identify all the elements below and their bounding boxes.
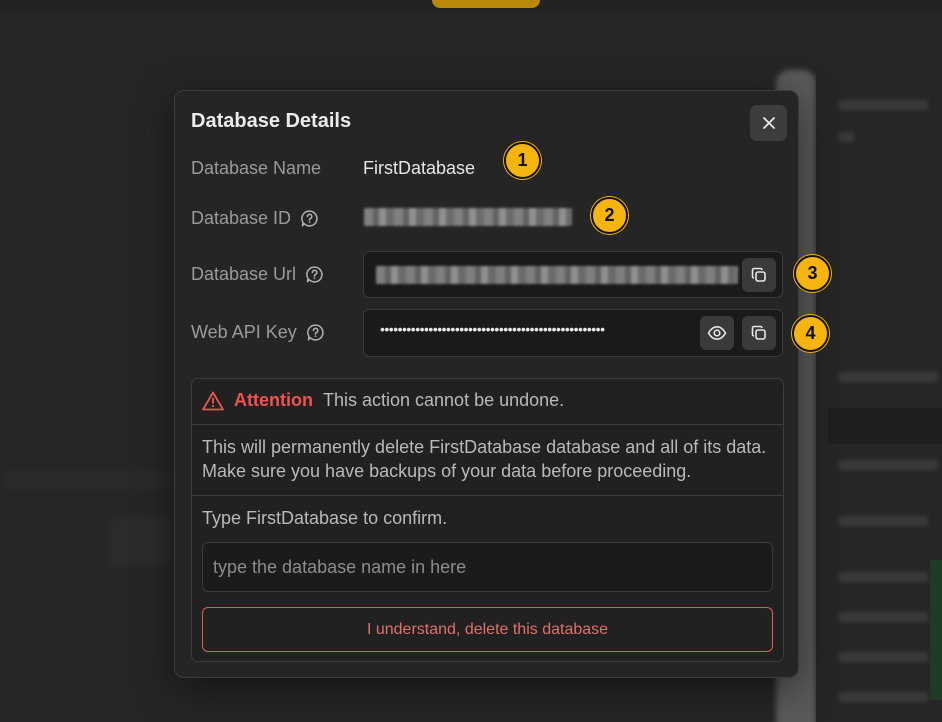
background-left-line [0, 470, 175, 490]
warning-triangle-icon [202, 391, 224, 410]
delete-warning-description: This will permanently delete FirstDataba… [202, 437, 767, 481]
background-accent-bar [432, 0, 540, 8]
background-right-area [816, 70, 942, 722]
help-circle-icon[interactable] [306, 323, 325, 342]
help-circle-icon[interactable] [305, 265, 324, 284]
database-name-label: Database Name [191, 158, 321, 179]
confirm-label: Type FirstDatabase to confirm. [202, 508, 448, 528]
copy-api-key-button[interactable] [742, 316, 776, 350]
delete-database-button[interactable]: I understand, delete this database [202, 607, 773, 652]
background-right-line [838, 652, 928, 662]
background-right-line [838, 516, 928, 526]
database-name-value: FirstDatabase [363, 158, 476, 178]
delete-database-section: Attention This action cannot be undone. … [191, 378, 784, 662]
database-url-label: Database Url [191, 264, 324, 285]
background-right-line [838, 372, 938, 382]
background-right-line [838, 100, 928, 110]
copy-icon [751, 325, 766, 340]
marker-badge-3: 3 [794, 255, 831, 292]
close-icon [762, 117, 775, 129]
background-right-line [838, 612, 928, 622]
web-api-key-label: Web API Key [191, 322, 325, 343]
help-circle-icon[interactable] [300, 209, 319, 228]
database-name-label-text: Database Name [191, 158, 322, 178]
database-id-label: Database ID [191, 208, 319, 229]
attention-row: Attention This action cannot be undone. [202, 390, 564, 411]
dialog-title: Database Details [191, 110, 352, 132]
divider [192, 495, 783, 496]
background-right-green [930, 560, 942, 700]
background-right-line [838, 572, 928, 582]
marker-badge-2: 2 [591, 197, 628, 234]
web-api-key-label-text: Web API Key [191, 322, 297, 342]
confirm-database-name-input[interactable] [202, 542, 773, 592]
database-id-value-redacted [364, 208, 572, 226]
background-right-line [838, 132, 854, 142]
database-id-label-text: Database ID [191, 208, 292, 228]
database-details-dialog: Database Details Database Name FirstData… [174, 90, 831, 678]
divider [192, 424, 783, 425]
eye-icon [707, 326, 727, 340]
web-api-key-masked-value: ••••••••••••••••••••••••••••••••••••••••… [380, 321, 605, 337]
show-api-key-button[interactable] [700, 316, 734, 350]
attention-text: This action cannot be undone. [322, 390, 565, 410]
database-url-field[interactable] [363, 251, 783, 298]
marker-badge-4: 4 [792, 315, 829, 352]
web-api-key-field[interactable]: ••••••••••••••••••••••••••••••••••••••••… [363, 309, 783, 357]
background-right-line [838, 460, 938, 470]
marker-badge-1: 1 [504, 142, 541, 179]
database-url-label-text: Database Url [191, 264, 297, 284]
background-right-line [838, 692, 928, 702]
database-url-value-redacted [376, 266, 738, 284]
attention-title: Attention [234, 390, 313, 410]
close-button[interactable] [750, 105, 787, 141]
background-left-item [108, 516, 174, 566]
background-right-block [828, 408, 942, 444]
copy-icon [751, 267, 766, 282]
copy-url-button[interactable] [742, 258, 776, 292]
